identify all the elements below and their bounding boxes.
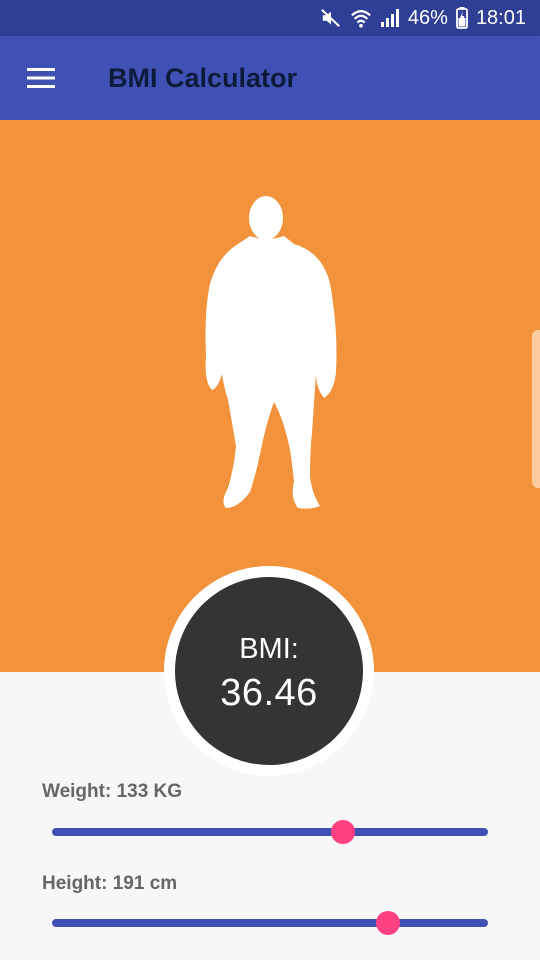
weight-slider-thumb[interactable]	[330, 820, 355, 844]
bmi-result-circle: BMI: 36.46	[175, 577, 363, 765]
menu-icon	[27, 68, 55, 88]
side-drawer-handle[interactable]	[532, 330, 540, 488]
weight-slider-track[interactable]	[52, 828, 488, 836]
status-bar: 46% 18:01	[0, 0, 540, 36]
wifi-icon	[350, 8, 372, 28]
person-silhouette-icon	[205, 196, 337, 509]
app-title: BMI Calculator	[108, 62, 298, 93]
menu-button[interactable]	[0, 36, 84, 120]
weight-slider[interactable]	[52, 817, 488, 847]
weight-label: Weight: 133 KG	[42, 781, 183, 802]
height-slider-track[interactable]	[52, 919, 488, 927]
height-slider-thumb[interactable]	[376, 911, 401, 935]
signal-icon	[380, 8, 400, 28]
bmi-result-ring: BMI: 36.46	[164, 566, 374, 776]
height-slider[interactable]	[52, 908, 488, 938]
app-bar: BMI Calculator	[0, 36, 540, 120]
mute-icon	[320, 7, 342, 29]
screen: 46% 18:01 BMI Calculator BMI: 36.46 Weig…	[0, 0, 540, 960]
bmi-value: 36.46	[220, 672, 318, 714]
status-time: 18:01	[475, 6, 526, 29]
battery-percent: 46%	[407, 6, 448, 29]
bmi-label: BMI:	[239, 633, 299, 665]
height-label: Height: 191 cm	[42, 873, 178, 894]
battery-icon	[456, 7, 468, 29]
